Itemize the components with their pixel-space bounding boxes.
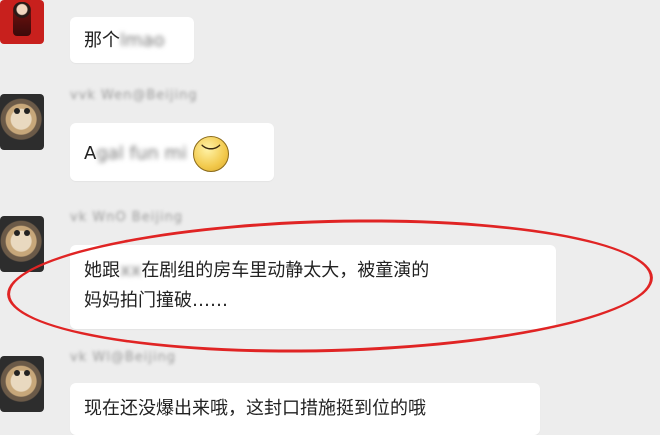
nickname: vk Wl@Beijing <box>70 350 177 365</box>
red-character-avatar[interactable] <box>0 0 44 44</box>
message-text: 现在还没爆出来哦，这封口措施挺到位的哦 <box>84 398 426 419</box>
dog-avatar[interactable] <box>0 94 44 150</box>
message-text: 她跟 <box>84 260 120 281</box>
redacted-text: xx <box>120 260 142 281</box>
dog-avatar[interactable] <box>0 216 44 272</box>
message-text: 那个 <box>84 30 120 51</box>
dog-avatar[interactable] <box>0 356 44 412</box>
redacted-text: lmao <box>120 30 165 51</box>
message-bubble-1: 那个lmao <box>70 17 194 63</box>
nickname: vvk Wen@Beijing <box>70 88 198 103</box>
message-text: 在剧组的房车里动静太大，被童演的 <box>141 260 430 281</box>
message-text: A <box>84 143 97 164</box>
message-bubble-2: Agal fun mi ︶ <box>70 123 274 181</box>
nickname: vk WnO Beijing <box>70 210 184 225</box>
message-text: 妈妈拍门撞破…… <box>84 290 228 311</box>
message-bubble-4: 现在还没爆出来哦，这封口措施挺到位的哦 <box>70 383 540 435</box>
worried-face-emoji-icon: ︶ <box>192 136 229 172</box>
message-bubble-3: 她跟xx在剧组的房车里动静太大，被童演的 妈妈拍门撞破…… <box>70 245 556 329</box>
redacted-text: gal fun mi <box>96 143 187 164</box>
